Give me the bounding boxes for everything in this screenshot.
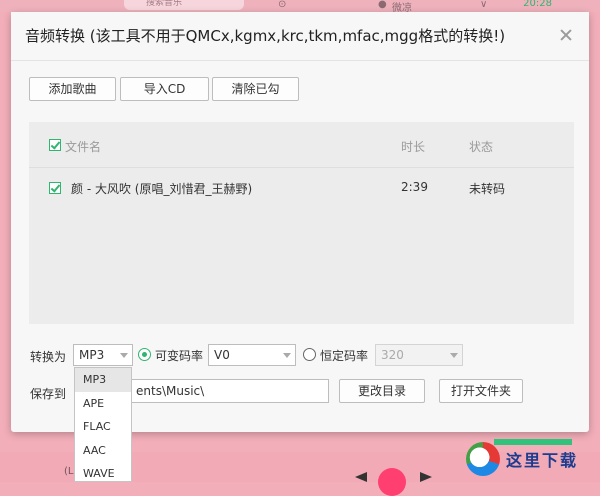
file-list: 文件名 时长 状态 颜 - 大风吹 (原唱_刘惜君_王赫野) 2:39 未转码 bbox=[29, 122, 574, 324]
format-select[interactable]: MP3 bbox=[73, 344, 133, 366]
import-cd-button[interactable]: 导入CD bbox=[120, 77, 209, 101]
chevron-down-icon: ∨ bbox=[480, 0, 488, 10]
save-path-value: ents\Music\ bbox=[136, 384, 205, 398]
column-header-filename: 文件名 bbox=[65, 140, 102, 154]
row-duration: 2:39 bbox=[401, 180, 428, 194]
save-to-label: 保存到 bbox=[30, 387, 67, 401]
format-option-ape[interactable]: APE bbox=[75, 392, 131, 416]
vbr-select-value: V0 bbox=[214, 348, 230, 362]
cbr-select[interactable]: 320 bbox=[375, 344, 463, 366]
column-header-status: 状态 bbox=[469, 140, 494, 154]
row-checkbox[interactable] bbox=[49, 182, 61, 194]
change-directory-button[interactable]: 更改目录 bbox=[339, 379, 425, 403]
vbr-label: 可变码率 bbox=[155, 349, 204, 363]
format-dropdown-list: MP3 APE FLAC AAC WAVE bbox=[74, 367, 132, 482]
chevron-down-icon bbox=[450, 353, 458, 358]
watermark: 这里下载 bbox=[466, 440, 594, 478]
watermark-text: 这里下载 bbox=[506, 451, 579, 470]
format-option-flac[interactable]: FLAC bbox=[75, 415, 131, 439]
location-icon: ⊙ bbox=[278, 0, 287, 10]
row-filename: 颜 - 大风吹 (原唱_刘惜君_王赫野) bbox=[71, 182, 253, 196]
file-list-header: 文件名 时长 状态 bbox=[29, 122, 574, 168]
table-row[interactable]: 颜 - 大风吹 (原唱_刘惜君_王赫野) 2:39 未转码 bbox=[29, 168, 574, 208]
chevron-down-icon bbox=[283, 353, 291, 358]
cbr-select-value: 320 bbox=[381, 348, 404, 362]
start-convert-button[interactable] bbox=[494, 439, 572, 445]
convert-to-label: 转换为 bbox=[30, 350, 67, 364]
close-icon[interactable] bbox=[557, 26, 575, 44]
chevron-down-icon bbox=[120, 353, 128, 358]
format-option-aac[interactable]: AAC bbox=[75, 439, 131, 463]
format-option-mp3[interactable]: MP3 bbox=[75, 368, 131, 392]
clear-checked-button[interactable]: 清除已勾 bbox=[212, 77, 299, 101]
dialog-title: 音频转换 (该工具不用于QMCx,kgmx,krc,tkm,mfac,mgg格式… bbox=[25, 27, 506, 45]
format-select-value: MP3 bbox=[79, 348, 105, 362]
open-folder-button[interactable]: 打开文件夹 bbox=[439, 379, 523, 403]
cbr-label: 恒定码率 bbox=[320, 349, 369, 363]
dialog-header: 音频转换 (该工具不用于QMCx,kgmx,krc,tkm,mfac,mgg格式… bbox=[11, 12, 589, 61]
row-status: 未转码 bbox=[469, 182, 506, 196]
column-header-duration: 时长 bbox=[401, 140, 426, 154]
save-path-input[interactable]: ents\Music\ bbox=[129, 379, 329, 403]
play-icon bbox=[378, 468, 406, 496]
background-search: 搜索音乐 bbox=[124, 0, 244, 10]
watermark-logo-icon bbox=[466, 442, 500, 476]
vbr-select[interactable]: V0 bbox=[208, 344, 296, 366]
vbr-radio[interactable] bbox=[138, 348, 151, 361]
add-song-button[interactable]: 添加歌曲 bbox=[29, 77, 116, 101]
background-titlebar: 搜索音乐 ⊙ ● 微凉 ∨ 20:28 bbox=[0, 0, 600, 14]
background-time: 20:28 bbox=[523, 0, 552, 9]
cbr-radio[interactable] bbox=[303, 348, 316, 361]
select-all-checkbox[interactable] bbox=[49, 139, 61, 151]
avatar: ● bbox=[378, 0, 387, 10]
